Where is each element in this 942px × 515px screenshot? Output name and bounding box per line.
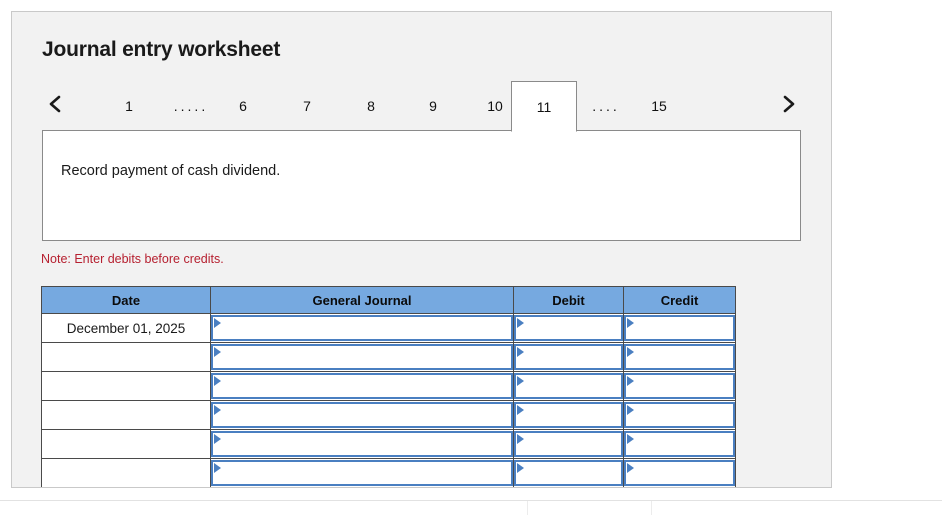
debit-input[interactable] <box>514 373 623 399</box>
column-header-debit: Debit <box>513 286 624 314</box>
journal-cell <box>210 458 514 487</box>
date-cell[interactable] <box>41 429 211 459</box>
table-row <box>41 371 736 401</box>
journal-cell <box>210 371 514 401</box>
journal-input[interactable] <box>211 373 513 399</box>
debits-before-credits-note: Note: Enter debits before credits. <box>41 252 224 266</box>
column-header-credit: Credit <box>623 286 736 314</box>
journal-input[interactable] <box>211 460 513 486</box>
page-divider <box>0 500 942 501</box>
debit-cell <box>513 429 624 459</box>
table-header-row: Date General Journal Debit Credit <box>41 286 736 314</box>
credit-cell <box>623 429 736 459</box>
tab-15[interactable]: 15 <box>628 81 690 131</box>
tab-1[interactable]: 1 <box>98 81 160 131</box>
table-row: December 01, 2025 <box>41 313 736 343</box>
journal-cell <box>210 313 514 343</box>
credit-cell <box>623 458 736 487</box>
credit-input[interactable] <box>624 373 735 399</box>
tab-strip: 1..... 6 7 8 9 10 11.... 15 <box>12 81 831 132</box>
date-cell[interactable]: December 01, 2025 <box>41 313 211 343</box>
credit-cell <box>623 400 736 430</box>
journal-entry-table: Date General Journal Debit Credit Decemb… <box>41 286 736 487</box>
debit-input[interactable] <box>514 315 623 341</box>
page-tick <box>651 501 652 515</box>
tab-6[interactable]: 6 <box>212 81 274 131</box>
instruction-text: Record payment of cash dividend. <box>61 163 281 179</box>
journal-input[interactable] <box>211 431 513 457</box>
credit-input[interactable] <box>624 402 735 428</box>
debit-input[interactable] <box>514 402 623 428</box>
debit-input[interactable] <box>514 460 623 486</box>
debit-cell <box>513 400 624 430</box>
tab-9[interactable]: 9 <box>402 81 464 131</box>
credit-input[interactable] <box>624 431 735 457</box>
journal-cell <box>210 429 514 459</box>
date-cell[interactable] <box>41 458 211 487</box>
column-header-general-journal: General Journal <box>210 286 514 314</box>
page-tick <box>527 501 528 515</box>
debit-cell <box>513 458 624 487</box>
table-row <box>41 342 736 372</box>
tab-8[interactable]: 8 <box>340 81 402 131</box>
instruction-box: Record payment of cash dividend. <box>42 130 801 241</box>
tab-11[interactable]: 11 <box>511 81 577 132</box>
tab-ellipsis: .... <box>592 98 620 114</box>
date-cell[interactable] <box>41 342 211 372</box>
credit-cell <box>623 371 736 401</box>
table-row <box>41 429 736 459</box>
journal-cell <box>210 342 514 372</box>
credit-input[interactable] <box>624 315 735 341</box>
table-row <box>41 400 736 430</box>
credit-cell <box>623 342 736 372</box>
journal-input[interactable] <box>211 344 513 370</box>
debit-cell <box>513 313 624 343</box>
date-cell[interactable] <box>41 400 211 430</box>
credit-cell <box>623 313 736 343</box>
debit-cell <box>513 371 624 401</box>
debit-input[interactable] <box>514 431 623 457</box>
credit-input[interactable] <box>624 344 735 370</box>
date-cell[interactable] <box>41 371 211 401</box>
page-title: Journal entry worksheet <box>42 38 281 61</box>
journal-input[interactable] <box>211 402 513 428</box>
journal-entry-panel: Journal entry worksheet 1..... 6 7 8 9 10 11..… <box>11 11 832 488</box>
screenshot-root: Journal entry worksheet 1..... 6 7 8 9 10 11..… <box>0 0 942 515</box>
column-header-date: Date <box>41 286 211 314</box>
journal-cell <box>210 400 514 430</box>
journal-input[interactable] <box>211 315 513 341</box>
debit-input[interactable] <box>514 344 623 370</box>
debit-cell <box>513 342 624 372</box>
credit-input[interactable] <box>624 460 735 486</box>
chevron-right-icon[interactable] <box>774 81 804 131</box>
table-row <box>41 458 736 487</box>
tab-7[interactable]: 7 <box>276 81 338 131</box>
chevron-left-icon[interactable] <box>40 81 70 131</box>
